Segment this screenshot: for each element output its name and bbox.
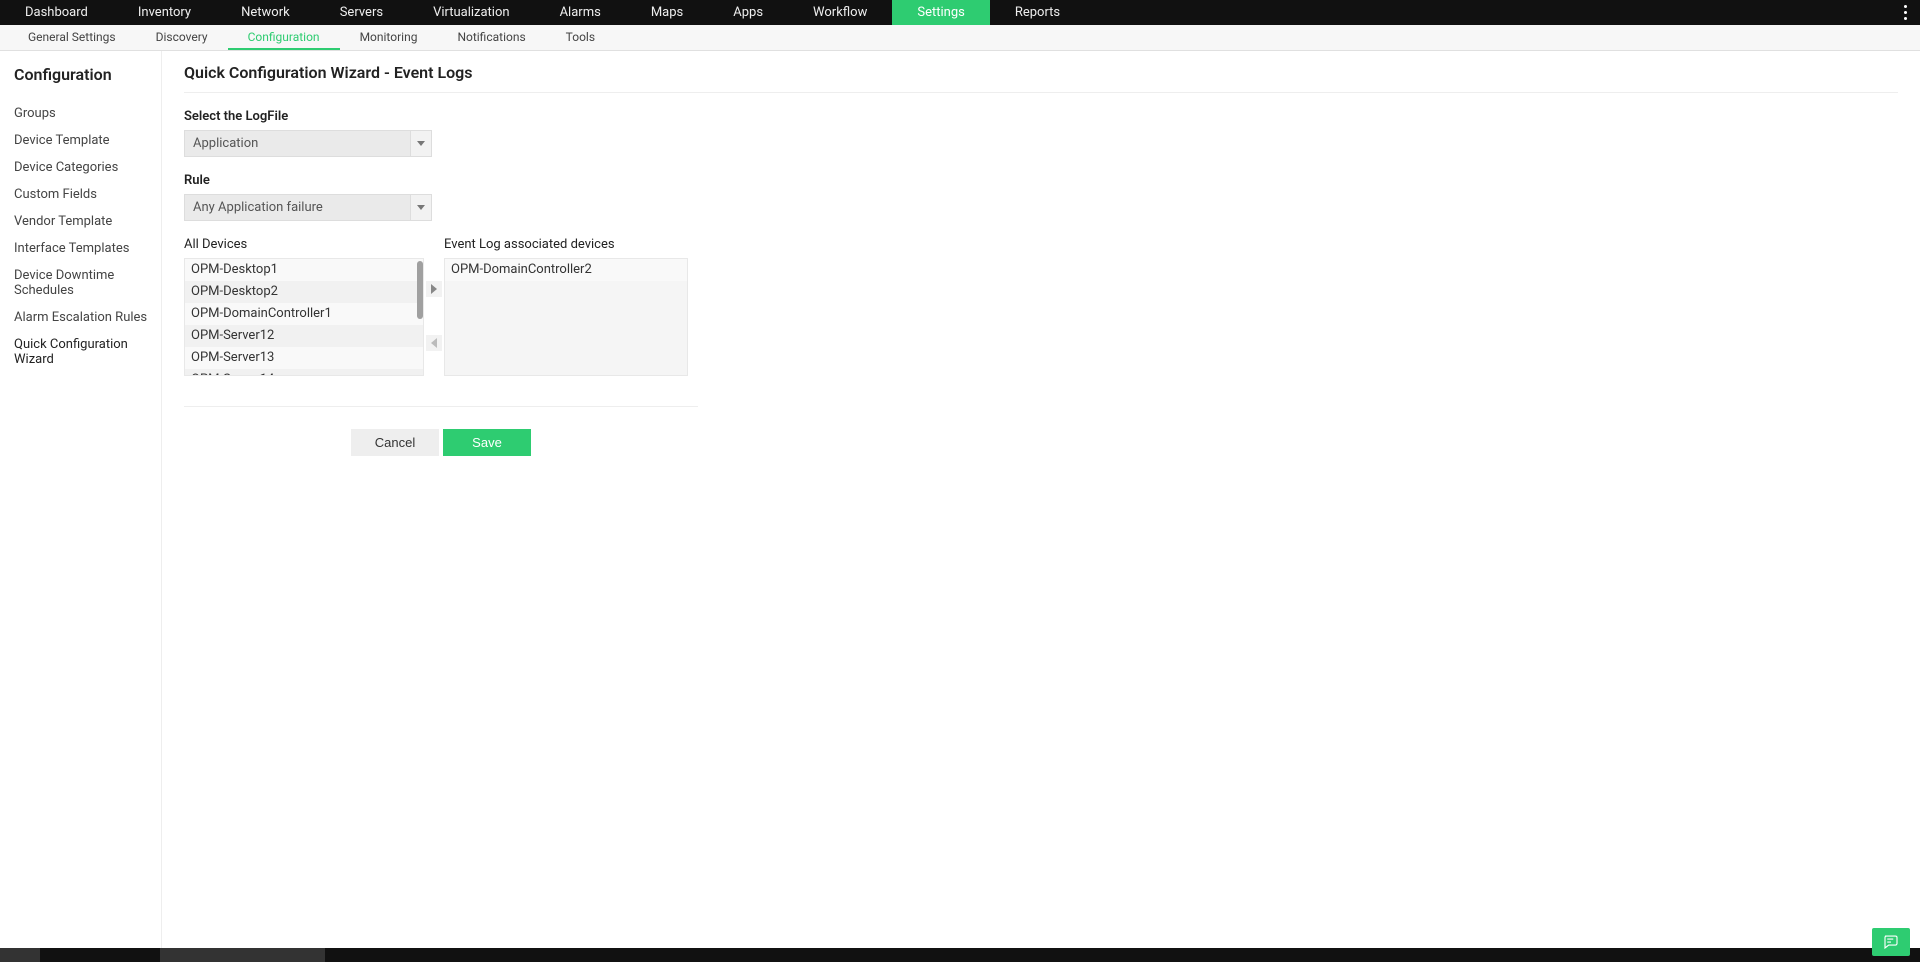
sub-nav: General SettingsDiscoveryConfigurationMo… [0, 25, 1920, 51]
layout: Configuration GroupsDevice TemplateDevic… [0, 51, 1920, 948]
cancel-button[interactable]: Cancel [351, 429, 439, 456]
main-content: Quick Configuration Wizard - Event Logs … [162, 51, 1920, 948]
device-row[interactable]: OPM-Server13 [185, 347, 423, 369]
topnav-item-workflow[interactable]: Workflow [788, 0, 892, 25]
chat-fab[interactable] [1872, 928, 1910, 956]
bottom-bar-segment [160, 948, 325, 962]
triangle-left-icon [431, 338, 437, 348]
subnav-item-tools[interactable]: Tools [546, 25, 615, 50]
page-title: Quick Configuration Wizard - Event Logs [184, 63, 1898, 82]
bottom-bar [0, 948, 1920, 962]
sidebar-item-custom-fields[interactable]: Custom Fields [14, 181, 161, 208]
sidebar-item-quick-configuration-wizard[interactable]: Quick Configuration Wizard [14, 331, 161, 373]
logfile-label: Select the LogFile [184, 109, 1898, 124]
save-button[interactable]: Save [443, 429, 531, 456]
chat-icon [1881, 933, 1901, 951]
logfile-select[interactable]: Application [184, 130, 432, 157]
subnav-item-notifications[interactable]: Notifications [437, 25, 545, 50]
rule-select[interactable]: Any Application failure [184, 194, 432, 221]
topnav-item-reports[interactable]: Reports [990, 0, 1085, 25]
subnav-item-discovery[interactable]: Discovery [136, 25, 228, 50]
associated-devices-label: Event Log associated devices [444, 237, 688, 252]
associated-devices-listbox[interactable]: OPM-DomainController2 [444, 258, 688, 376]
sidebar-item-vendor-template[interactable]: Vendor Template [14, 208, 161, 235]
bottom-bar-segment [0, 948, 40, 962]
device-row[interactable]: OPM-DomainController1 [185, 303, 423, 325]
caret-down-icon [417, 205, 425, 210]
topnav-menu-button[interactable] [1892, 0, 1920, 25]
topnav-item-maps[interactable]: Maps [626, 0, 708, 25]
all-devices-listbox[interactable]: OPM-Desktop1OPM-Desktop2OPM-DomainContro… [184, 258, 424, 376]
device-row[interactable]: OPM-Desktop2 [185, 281, 423, 303]
device-row[interactable]: OPM-DomainController2 [445, 259, 687, 281]
all-devices-label: All Devices [184, 237, 424, 252]
device-row[interactable]: OPM-Server12 [185, 325, 423, 347]
scrollbar-thumb[interactable] [417, 261, 423, 319]
rule-label: Rule [184, 173, 1898, 188]
rule-select-caret[interactable] [410, 194, 432, 221]
sidebar-list: GroupsDevice TemplateDevice CategoriesCu… [14, 100, 161, 373]
top-nav: DashboardInventoryNetworkServersVirtuali… [0, 0, 1920, 25]
associated-devices-column: Event Log associated devices OPM-DomainC… [444, 237, 688, 376]
caret-down-icon [417, 141, 425, 146]
device-row[interactable]: OPM-Desktop1 [185, 259, 423, 281]
topnav-item-dashboard[interactable]: Dashboard [0, 0, 113, 25]
all-devices-column: All Devices OPM-Desktop1OPM-Desktop2OPM-… [184, 237, 424, 376]
rule-select-value: Any Application failure [184, 194, 410, 221]
topnav-item-apps[interactable]: Apps [708, 0, 788, 25]
sidebar-item-device-categories[interactable]: Device Categories [14, 154, 161, 181]
logfile-select-caret[interactable] [410, 130, 432, 157]
sidebar-item-device-downtime-schedules[interactable]: Device Downtime Schedules [14, 262, 161, 304]
topnav-item-network[interactable]: Network [216, 0, 315, 25]
device-lists-row: All Devices OPM-Desktop1OPM-Desktop2OPM-… [184, 237, 1898, 376]
sidebar-item-device-template[interactable]: Device Template [14, 127, 161, 154]
mover-buttons [424, 255, 444, 376]
move-left-button[interactable] [426, 335, 442, 351]
move-right-button[interactable] [426, 281, 442, 297]
sidebar: Configuration GroupsDevice TemplateDevic… [0, 51, 162, 948]
topnav-item-inventory[interactable]: Inventory [113, 0, 216, 25]
subnav-item-monitoring[interactable]: Monitoring [340, 25, 438, 50]
subnav-item-configuration[interactable]: Configuration [228, 25, 340, 50]
device-row[interactable]: OPM-Server14 [185, 369, 423, 375]
sidebar-item-alarm-escalation-rules[interactable]: Alarm Escalation Rules [14, 304, 161, 331]
subnav-item-general-settings[interactable]: General Settings [8, 25, 136, 50]
topnav-item-servers[interactable]: Servers [315, 0, 408, 25]
title-divider [184, 92, 1898, 93]
section-divider [184, 406, 698, 407]
dots-vertical-icon [1904, 5, 1908, 21]
sidebar-item-interface-templates[interactable]: Interface Templates [14, 235, 161, 262]
sidebar-title: Configuration [14, 65, 161, 84]
topnav-item-alarms[interactable]: Alarms [535, 0, 626, 25]
topnav-item-virtualization[interactable]: Virtualization [408, 0, 535, 25]
button-row: Cancel Save [184, 429, 698, 456]
sidebar-item-groups[interactable]: Groups [14, 100, 161, 127]
logfile-select-value: Application [184, 130, 410, 157]
triangle-right-icon [431, 284, 437, 294]
topnav-item-settings[interactable]: Settings [892, 0, 989, 25]
